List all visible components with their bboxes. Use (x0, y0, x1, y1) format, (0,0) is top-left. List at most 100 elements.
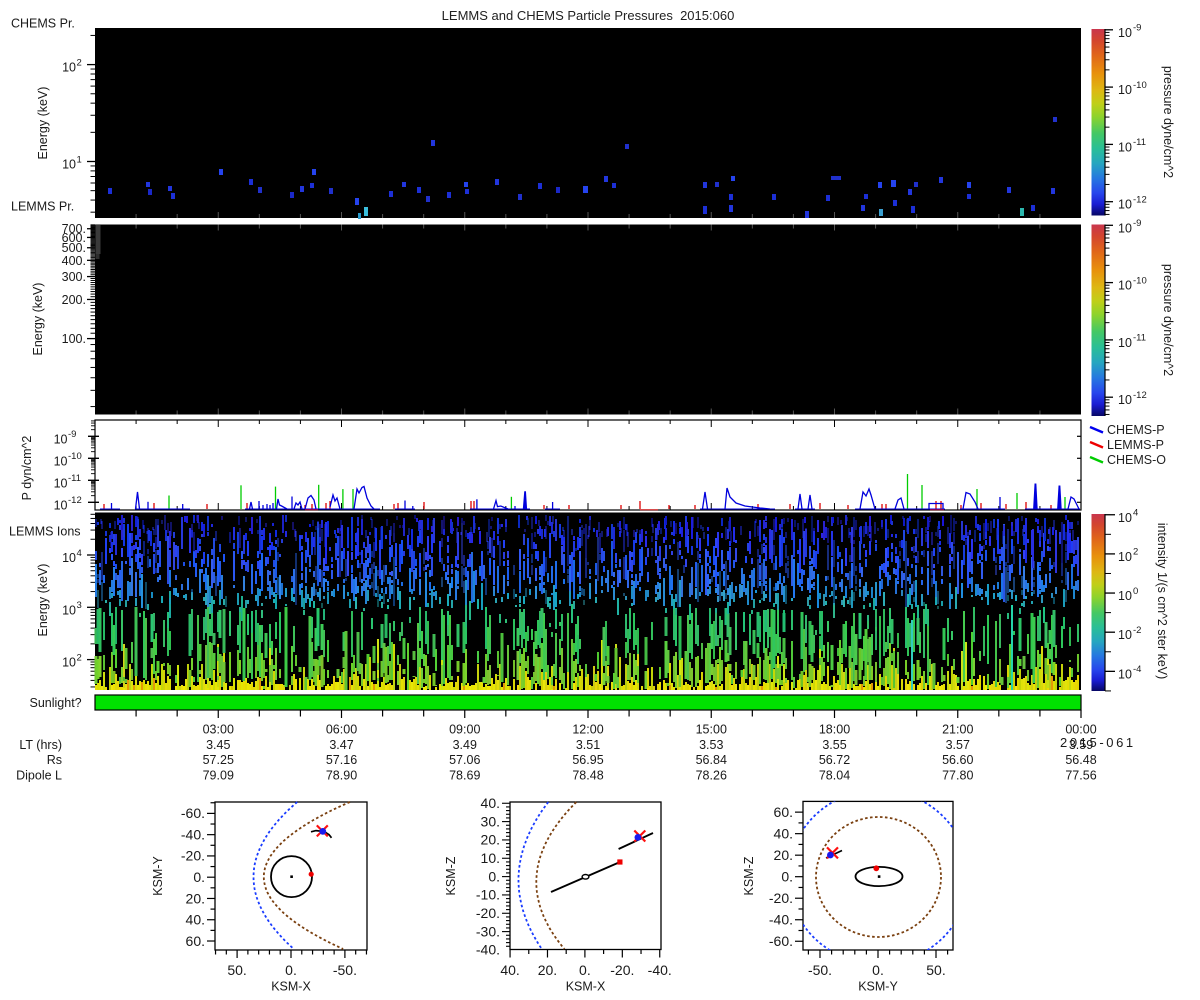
svg-text:pressure dyne/cm^2: pressure dyne/cm^2 (1161, 66, 1175, 178)
svg-text:3: 3 (77, 600, 82, 611)
svg-text:1: 1 (77, 154, 82, 165)
svg-text:-9: -9 (68, 429, 76, 440)
svg-text:78.26: 78.26 (696, 769, 727, 783)
svg-text:-10: -10 (1133, 80, 1147, 91)
svg-text:-20.: -20. (769, 890, 793, 906)
svg-text:-9: -9 (1133, 23, 1141, 34)
svg-text:10: 10 (54, 454, 68, 468)
svg-text:57.16: 57.16 (326, 753, 357, 767)
svg-text:2015-061: 2015-061 (1060, 735, 1136, 750)
svg-text:57.25: 57.25 (203, 753, 234, 767)
svg-text:50.: 50. (926, 962, 945, 978)
svg-text:CHEMS-O: CHEMS-O (1107, 453, 1166, 467)
svg-text:0.: 0. (579, 962, 591, 978)
svg-text:-20.: -20. (181, 848, 205, 864)
svg-text:0.: 0. (285, 962, 297, 978)
svg-text:10: 10 (54, 498, 68, 512)
svg-text:78.69: 78.69 (449, 769, 480, 783)
svg-text:Dipole L: Dipole L (16, 769, 62, 783)
svg-text:10: 10 (1118, 279, 1132, 293)
svg-text:10: 10 (1118, 667, 1132, 681)
svg-text:CHEMS-P: CHEMS-P (1107, 423, 1165, 437)
svg-text:40.: 40. (186, 912, 205, 928)
svg-text:56.72: 56.72 (819, 753, 850, 767)
svg-text:20.: 20. (774, 847, 793, 863)
svg-text:10: 10 (1118, 511, 1132, 525)
svg-text:0.: 0. (193, 869, 205, 885)
svg-text:-11: -11 (1133, 137, 1146, 148)
svg-text:-10: -10 (68, 451, 82, 462)
svg-text:-12: -12 (68, 495, 82, 506)
svg-text:3.57: 3.57 (946, 738, 970, 752)
svg-text:20.: 20. (481, 832, 500, 848)
svg-text:10: 10 (1118, 198, 1132, 212)
svg-text:Sunlight?: Sunlight? (30, 696, 82, 710)
svg-text:40.: 40. (774, 825, 793, 841)
svg-text:-9: -9 (1133, 218, 1141, 229)
svg-text:300.: 300. (62, 270, 86, 284)
svg-text:-12: -12 (1133, 390, 1147, 401)
svg-text:KSM-Z: KSM-Z (742, 856, 756, 895)
svg-text:77.56: 77.56 (1065, 769, 1096, 783)
svg-text:pressure dyne/cm^2: pressure dyne/cm^2 (1161, 264, 1175, 376)
svg-text:10: 10 (1118, 140, 1132, 154)
svg-text:21:00: 21:00 (942, 723, 973, 737)
svg-text:0: 0 (1133, 586, 1138, 597)
svg-text:CHEMS Pr.: CHEMS Pr. (11, 17, 75, 31)
svg-text:-40.: -40. (769, 912, 793, 928)
svg-text:KSM-Y: KSM-Y (151, 856, 165, 896)
svg-text:10: 10 (54, 432, 68, 446)
svg-text:-40.: -40. (476, 942, 500, 958)
svg-text:-50.: -50. (808, 962, 832, 978)
svg-text:15:00: 15:00 (696, 723, 727, 737)
svg-text:-11: -11 (68, 473, 81, 484)
svg-text:10: 10 (62, 656, 76, 670)
svg-text:18:00: 18:00 (819, 723, 850, 737)
svg-text:10: 10 (1118, 26, 1132, 40)
svg-text:KSM-X: KSM-X (271, 980, 311, 994)
svg-text:-20.: -20. (610, 962, 634, 978)
svg-text:78.48: 78.48 (572, 769, 603, 783)
svg-text:10: 10 (1118, 393, 1132, 407)
svg-text:P dyn/cm^2: P dyn/cm^2 (20, 436, 34, 501)
svg-text:KSM-Z: KSM-Z (444, 856, 458, 895)
svg-text:200.: 200. (62, 293, 86, 307)
svg-text:2: 2 (1133, 547, 1138, 558)
svg-text:06:00: 06:00 (326, 723, 357, 737)
svg-text:78.04: 78.04 (819, 769, 850, 783)
svg-text:20.: 20. (186, 890, 205, 906)
svg-text:10.: 10. (481, 850, 500, 866)
svg-text:0.: 0. (781, 869, 793, 885)
svg-text:Energy (keV): Energy (keV) (31, 283, 45, 356)
svg-text:40.: 40. (481, 795, 500, 811)
svg-text:0.: 0. (488, 868, 500, 884)
svg-text:3.47: 3.47 (329, 738, 353, 752)
svg-text:60.: 60. (186, 933, 205, 949)
svg-text:79.09: 79.09 (203, 769, 234, 783)
svg-text:10: 10 (1118, 550, 1132, 564)
svg-text:3.45: 3.45 (206, 738, 230, 752)
svg-text:10: 10 (1118, 221, 1132, 235)
svg-text:-2: -2 (1133, 625, 1141, 636)
svg-text:3.55: 3.55 (822, 738, 846, 752)
svg-text:-50.: -50. (333, 962, 357, 978)
svg-text:30.: 30. (481, 813, 500, 829)
svg-text:LEMMS and CHEMS Particle Press: LEMMS and CHEMS Particle Pressures 2015:… (442, 8, 735, 23)
svg-text:10: 10 (62, 158, 76, 172)
svg-text:-20.: -20. (476, 905, 500, 921)
svg-text:77.80: 77.80 (942, 769, 973, 783)
svg-text:57.06: 57.06 (449, 753, 480, 767)
svg-text:56.84: 56.84 (696, 753, 727, 767)
svg-text:3.51: 3.51 (576, 738, 600, 752)
svg-text:03:00: 03:00 (203, 723, 234, 737)
svg-text:-4: -4 (1133, 664, 1141, 675)
svg-text:2: 2 (77, 652, 82, 663)
svg-text:Rs: Rs (47, 753, 62, 767)
svg-text:700.: 700. (62, 222, 86, 236)
svg-text:-30.: -30. (476, 923, 500, 939)
svg-text:3.53: 3.53 (699, 738, 723, 752)
svg-text:-60.: -60. (769, 933, 793, 949)
svg-text:40.: 40. (500, 962, 519, 978)
svg-text:-60.: -60. (181, 805, 205, 821)
svg-text:09:00: 09:00 (449, 723, 480, 737)
